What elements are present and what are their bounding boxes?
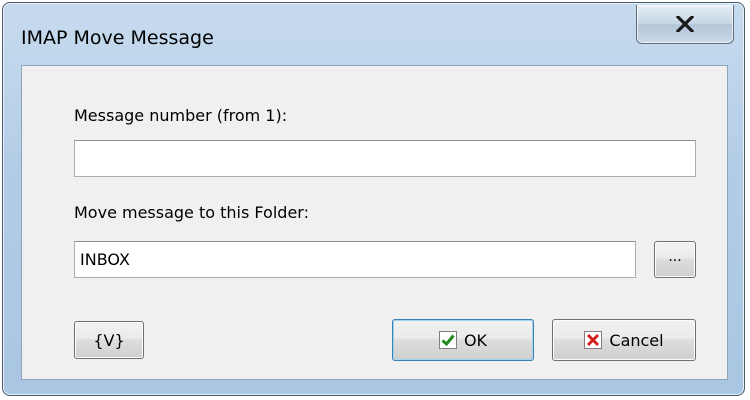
cancel-button[interactable]: Cancel [552,319,696,361]
ok-label: OK [463,330,488,350]
ok-button[interactable]: OK [392,319,534,361]
folder-label: Move message to this Folder: [74,203,309,222]
check-icon [438,331,457,349]
close-button[interactable] [636,5,734,44]
dialog-window: IMAP Move Message Message number (from 1… [2,2,745,396]
dialog-body: Message number (from 1): Move message to… [21,65,728,380]
message-number-input[interactable] [74,140,696,177]
browse-folder-button[interactable]: ... [654,241,696,278]
folder-input[interactable] [74,241,636,278]
cancel-x-icon [584,331,603,349]
title-bar[interactable]: IMAP Move Message [3,3,744,65]
cancel-label: Cancel [609,330,664,350]
window-title: IMAP Move Message [21,27,214,49]
message-number-label: Message number (from 1): [74,106,288,125]
variables-button[interactable]: {V} [74,321,144,359]
close-icon [676,16,694,32]
